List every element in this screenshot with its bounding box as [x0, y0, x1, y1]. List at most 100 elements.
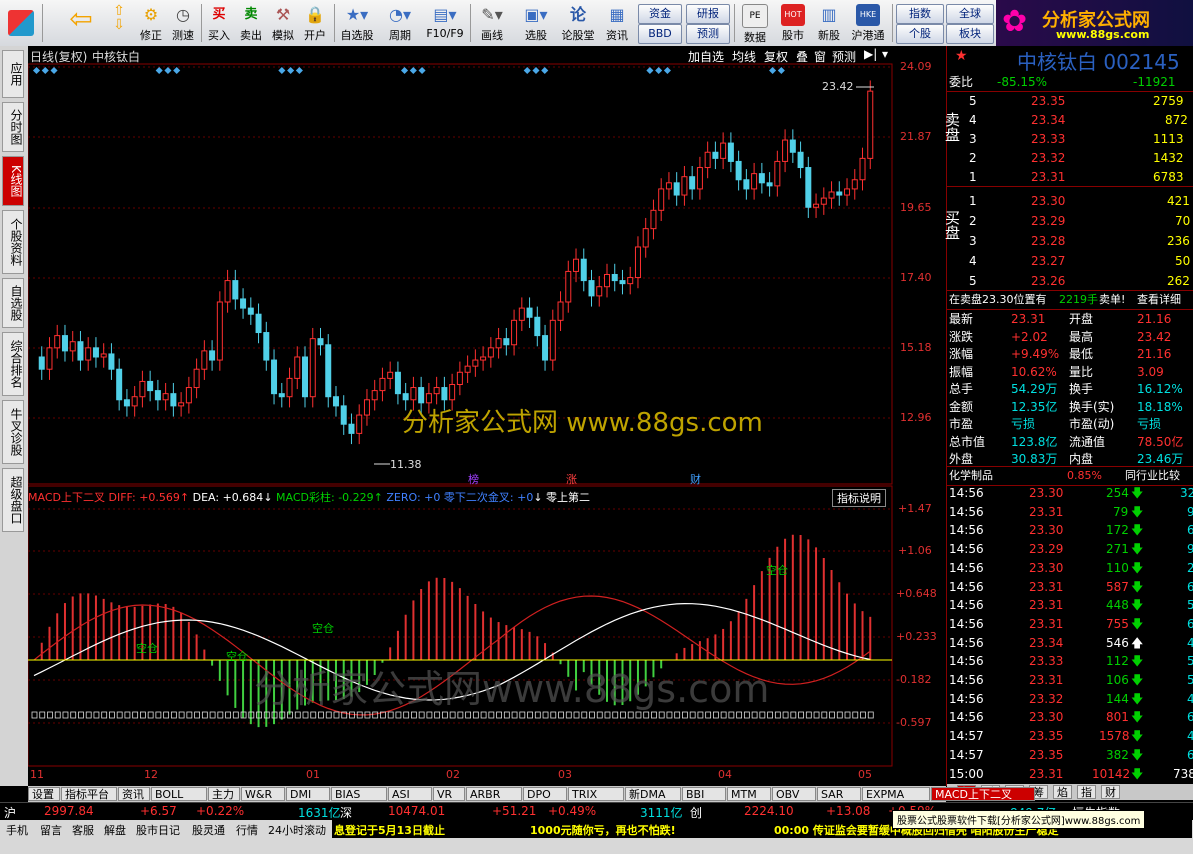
index-button[interactable]: 指数	[896, 4, 944, 24]
tick-count: 738	[1173, 766, 1193, 781]
candle-body	[634, 246, 641, 279]
bid-level: 5	[969, 274, 977, 288]
tab-timeshare[interactable]: 分时图	[2, 102, 24, 152]
indicator-tab[interactable]: EXPMA	[862, 787, 930, 801]
sell-button[interactable]: 卖 卖出	[236, 2, 266, 44]
tab-apps[interactable]: 应用	[2, 50, 24, 98]
notice-detail-link[interactable]: 查看详细	[1137, 291, 1181, 309]
data-button[interactable]: PE 数据	[738, 2, 772, 44]
indicator-tab[interactable]: MTM	[727, 787, 771, 801]
draw-line-button[interactable]: ✎▾ 画线	[472, 2, 512, 44]
tab-stock-profile[interactable]: 个股资料	[2, 210, 24, 274]
brand-banner: ✿ 分析家公式网 www.88gs.com	[996, 0, 1193, 46]
forecast-button[interactable]: 预测	[686, 24, 730, 44]
mobile-link[interactable]: 手机	[6, 822, 28, 838]
signal-square	[209, 711, 216, 719]
arrow-down-icon: 🡇	[1131, 747, 1144, 762]
indicator-tab[interactable]: 指标平台	[61, 787, 117, 801]
fix-button[interactable]: ⚙ 修正	[136, 2, 166, 44]
indicator-tab[interactable]: ASI	[388, 787, 432, 801]
indicator-tab[interactable]: TRIX	[568, 787, 624, 801]
candle-body	[108, 353, 115, 370]
indicator-help-button[interactable]: 指标说明	[832, 489, 886, 507]
speed-test-button[interactable]: ◷ 测速	[168, 2, 198, 44]
quote-link[interactable]: 行情	[236, 822, 258, 838]
event-diamond-icon	[164, 66, 172, 75]
rolling-news-link[interactable]: 24小时滚动	[268, 822, 326, 838]
candle-body	[813, 203, 820, 208]
news-button[interactable]: ▦ 资讯	[600, 2, 634, 44]
tab-kline[interactable]: K线图	[2, 156, 24, 206]
tick-volume: 106	[1106, 673, 1129, 687]
kline-chart-area[interactable]: 日线(复权) 中核钛白 加自选 均线 复权 叠 窗 预测 ▶| ▾ 24.09 …	[28, 46, 946, 786]
gulingtong-link[interactable]: 股灵通	[192, 822, 225, 838]
single-stock-button[interactable]: 个股	[896, 24, 944, 44]
tab-index[interactable]: 指	[1077, 785, 1096, 799]
service-link[interactable]: 客服	[72, 822, 94, 838]
funds-button[interactable]: 资金	[638, 4, 682, 24]
tab-watchlist[interactable]: 自选股	[2, 278, 24, 328]
candle-body	[758, 173, 765, 184]
tab-super-order[interactable]: 超级盘口	[2, 468, 24, 532]
indicator-tab[interactable]: SAR	[817, 787, 861, 801]
ask-volume: 6783	[1153, 170, 1184, 184]
indicator-tab[interactable]: MACD上下二叉	[931, 787, 1035, 801]
signal-label: 空仓	[136, 642, 158, 655]
watchlist-label: 自选股	[340, 29, 374, 42]
period-button[interactable]: ◔▾ 周期	[380, 2, 420, 44]
star-icon[interactable]: ★	[955, 48, 968, 64]
message-link[interactable]: 留言	[40, 822, 62, 838]
order-notice[interactable]: 在卖盘23.30位置有 2219手 卖单! 查看详细	[947, 290, 1193, 310]
indicator-tab[interactable]: DPO	[523, 787, 567, 801]
simulate-button[interactable]: ⚒ 模拟	[268, 2, 298, 44]
new-stock-button[interactable]: ▥ 新股	[812, 2, 846, 44]
tick-row: 14:56 23.29 271 🡇 9	[947, 540, 1193, 558]
stat-row: 涨跌 +2.02 最高 23.42	[947, 328, 1193, 346]
indicator-tab[interactable]: ARBR	[466, 787, 522, 801]
event-tag[interactable]: 财	[690, 471, 701, 487]
indicator-tab[interactable]: BIAS	[331, 787, 387, 801]
watchlist-button[interactable]: ★▾ 自选股	[337, 2, 377, 44]
event-tag[interactable]: 榜	[468, 471, 479, 487]
f10-button[interactable]: ▤▾ F10/F9	[423, 2, 467, 44]
indicator-tab[interactable]: BOLL	[151, 787, 207, 801]
news-ticker[interactable]: 1000元随你亏，再也不怕跌!	[530, 822, 676, 838]
indicator-tab[interactable]: VR	[433, 787, 465, 801]
stock-select-button[interactable]: ▣▾ 选股	[516, 2, 556, 44]
indicator-tab[interactable]: W&R	[241, 787, 285, 801]
tick-price: 23.31	[1029, 766, 1064, 781]
news-label: 资讯	[606, 29, 628, 42]
indicator-tab[interactable]: 新DMA	[625, 787, 681, 801]
sector-compare-link[interactable]: 同行业比较	[1125, 467, 1180, 485]
hk-connect-button[interactable]: HKE 沪港通	[848, 2, 888, 44]
indicator-tab[interactable]: OBV	[772, 787, 816, 801]
bbd-button[interactable]: BBD	[638, 24, 682, 44]
page-up-down-button[interactable]: ⇧ ⇩	[106, 2, 132, 44]
grid-button[interactable]	[4, 2, 38, 44]
research-button[interactable]: 研报	[686, 4, 730, 24]
tab-diagnosis[interactable]: 牛叉诊股	[2, 400, 24, 464]
event-diamond-icon	[663, 66, 671, 75]
global-button[interactable]: 全球	[946, 4, 994, 24]
analysis-link[interactable]: 解盘	[104, 822, 126, 838]
open-account-button[interactable]: 🔒 开户	[300, 2, 330, 44]
indicator-tab[interactable]: 设置	[28, 787, 60, 801]
indicator-tab[interactable]: 资讯	[118, 787, 150, 801]
diary-link[interactable]: 股市日记	[136, 822, 180, 838]
tab-flame[interactable]: 焰	[1053, 785, 1072, 799]
news-ticker[interactable]: 息登记于5月13日截止	[334, 822, 445, 838]
sector-row[interactable]: 化学制品 0.85% 同行业比较	[947, 466, 1193, 486]
forum-button[interactable]: 论 论股堂	[560, 2, 596, 44]
tab-ranking[interactable]: 综合排名	[2, 332, 24, 396]
event-tag[interactable]: 涨	[566, 471, 577, 487]
buy-button[interactable]: 买 买入	[204, 2, 234, 44]
price-tick: 19.65	[900, 201, 932, 214]
indicator-tab[interactable]: 主力	[208, 787, 240, 801]
market-button[interactable]: HOT 股市	[776, 2, 810, 44]
indicator-tab[interactable]: DMI	[286, 787, 330, 801]
indicator-tab[interactable]: BBI	[682, 787, 726, 801]
stock-select-label: 选股	[525, 29, 547, 42]
tab-finance[interactable]: 财	[1101, 785, 1120, 799]
back-button[interactable]: ⇦	[66, 2, 96, 44]
sector-button[interactable]: 板块	[946, 24, 994, 44]
